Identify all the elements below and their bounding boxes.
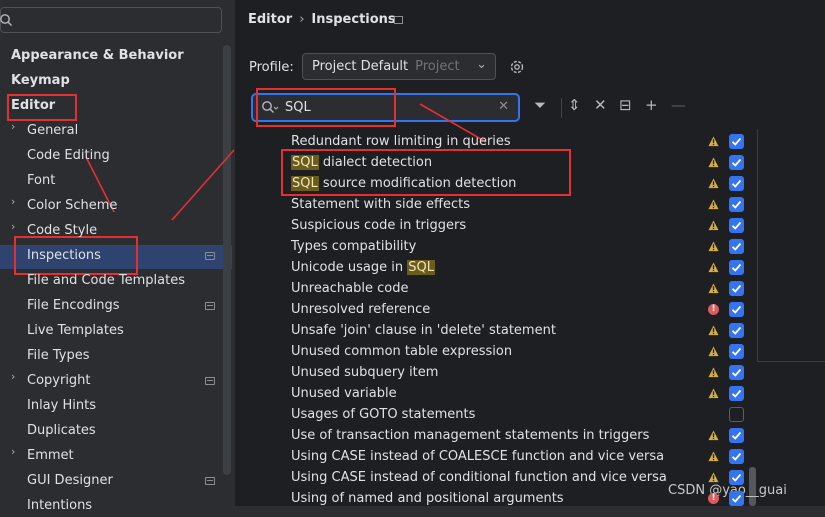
inspection-checkbox[interactable] [729, 239, 744, 254]
search-match-highlight: SQL [291, 155, 319, 170]
warning-icon [708, 178, 719, 189]
inspection-row[interactable]: Unresolved reference [291, 299, 430, 320]
inspection-row[interactable]: Using CASE instead of conditional functi… [291, 467, 667, 488]
warning-icon [708, 367, 719, 378]
warning-icon [708, 199, 719, 210]
inspection-row[interactable]: Suspicious code in triggers [291, 215, 466, 236]
inspection-row[interactable]: Unicode usage in SQL [291, 257, 435, 278]
sidebar-item[interactable]: Duplicates [27, 420, 96, 442]
sidebar-item[interactable]: Editor [11, 95, 55, 117]
chevron-right-icon[interactable]: › [11, 120, 21, 142]
sidebar-item[interactable]: File and Code Templates [27, 270, 185, 292]
inspection-row[interactable]: Redundant row limiting in queries [291, 131, 511, 152]
sidebar-item[interactable]: Color Scheme [27, 195, 117, 217]
inspection-checkbox[interactable] [729, 386, 744, 401]
inspection-row[interactable]: Use of transaction management statements… [291, 425, 649, 446]
error-icon: ! [708, 493, 719, 504]
inspection-checkbox[interactable] [729, 218, 744, 233]
inspection-checkbox[interactable] [729, 281, 744, 296]
inspection-checkbox[interactable] [729, 260, 744, 275]
watermark: CSDN @yao__guai [668, 483, 787, 498]
error-icon: ! [708, 304, 719, 315]
warning-icon [708, 283, 719, 294]
inspection-row[interactable]: SQL source modification detection [291, 173, 516, 194]
sidebar-item[interactable]: GUI Designer [27, 470, 113, 492]
inspection-row[interactable]: Unused variable [291, 383, 397, 404]
inspection-checkbox[interactable] [729, 365, 744, 380]
inspection-row[interactable]: SQL dialect detection [291, 152, 432, 173]
warning-icon [708, 220, 719, 231]
sidebar-item[interactable]: Appearance & Behavior [11, 45, 184, 67]
warning-icon [708, 136, 719, 147]
sidebar-item[interactable]: Emmet [27, 445, 74, 467]
warning-icon [708, 472, 719, 483]
inspection-checkbox[interactable] [729, 134, 744, 149]
inspection-checkbox[interactable] [729, 323, 744, 338]
warning-icon [708, 430, 719, 441]
warning-icon [708, 262, 719, 273]
sidebar-item[interactable]: Code Style [27, 220, 97, 242]
chevron-right-icon[interactable]: › [11, 370, 21, 392]
sidebar-item[interactable]: Keymap [11, 70, 70, 92]
sidebar-item[interactable]: Live Templates [27, 320, 124, 342]
inspection-checkbox[interactable] [729, 407, 744, 422]
inspection-row[interactable]: Unsafe 'join' clause in 'delete' stateme… [291, 320, 556, 341]
inspection-row[interactable]: Statement with side effects [291, 194, 470, 215]
inspection-checkbox[interactable] [729, 155, 744, 170]
inspection-row[interactable]: Unused common table expression [291, 341, 512, 362]
inspection-checkbox[interactable] [729, 428, 744, 443]
pin-icon [205, 302, 215, 310]
warning-icon [708, 241, 719, 252]
inspection-checkbox[interactable] [729, 302, 744, 317]
sidebar-item[interactable]: Inspections [27, 245, 101, 267]
sidebar-item[interactable]: File Encodings [27, 295, 120, 317]
inspection-checkbox[interactable] [729, 470, 744, 485]
inspection-checkbox[interactable] [729, 491, 744, 506]
pin-icon [205, 477, 215, 485]
search-match-highlight: SQL [407, 260, 435, 275]
inspection-checkbox[interactable] [729, 176, 744, 191]
chevron-right-icon[interactable]: › [11, 195, 21, 217]
warning-icon [708, 451, 719, 462]
pin-icon [205, 377, 215, 385]
inspection-row[interactable]: Unused subquery item [291, 362, 438, 383]
inspection-checkbox[interactable] [729, 449, 744, 464]
chevron-right-icon[interactable]: › [11, 220, 21, 242]
inspection-row[interactable]: Types compatibility [291, 236, 416, 257]
sidebar-item[interactable]: Copyright [27, 370, 91, 392]
inspection-row[interactable]: Unreachable code [291, 278, 408, 299]
warning-icon [708, 325, 719, 336]
warning-icon [708, 346, 719, 357]
pin-icon [205, 252, 215, 260]
inspection-checkbox[interactable] [729, 344, 744, 359]
sidebar-item[interactable]: Font [27, 170, 55, 192]
search-match-highlight: SQL [291, 176, 319, 191]
sidebar-item[interactable]: Code Editing [27, 145, 110, 167]
inspection-row[interactable]: Usages of GOTO statements [291, 404, 475, 425]
inspection-checkbox[interactable] [729, 197, 744, 212]
warning-icon [708, 157, 719, 168]
chevron-right-icon[interactable]: › [11, 445, 21, 467]
sidebar-item[interactable]: File Types [27, 345, 90, 367]
sidebar-item[interactable]: Inlay Hints [27, 395, 96, 417]
warning-icon [708, 388, 719, 399]
sidebar-item[interactable]: Intentions [27, 495, 92, 517]
inspection-row[interactable]: Using CASE instead of COALESCE function … [291, 446, 664, 467]
sidebar-item[interactable]: General [27, 120, 78, 142]
